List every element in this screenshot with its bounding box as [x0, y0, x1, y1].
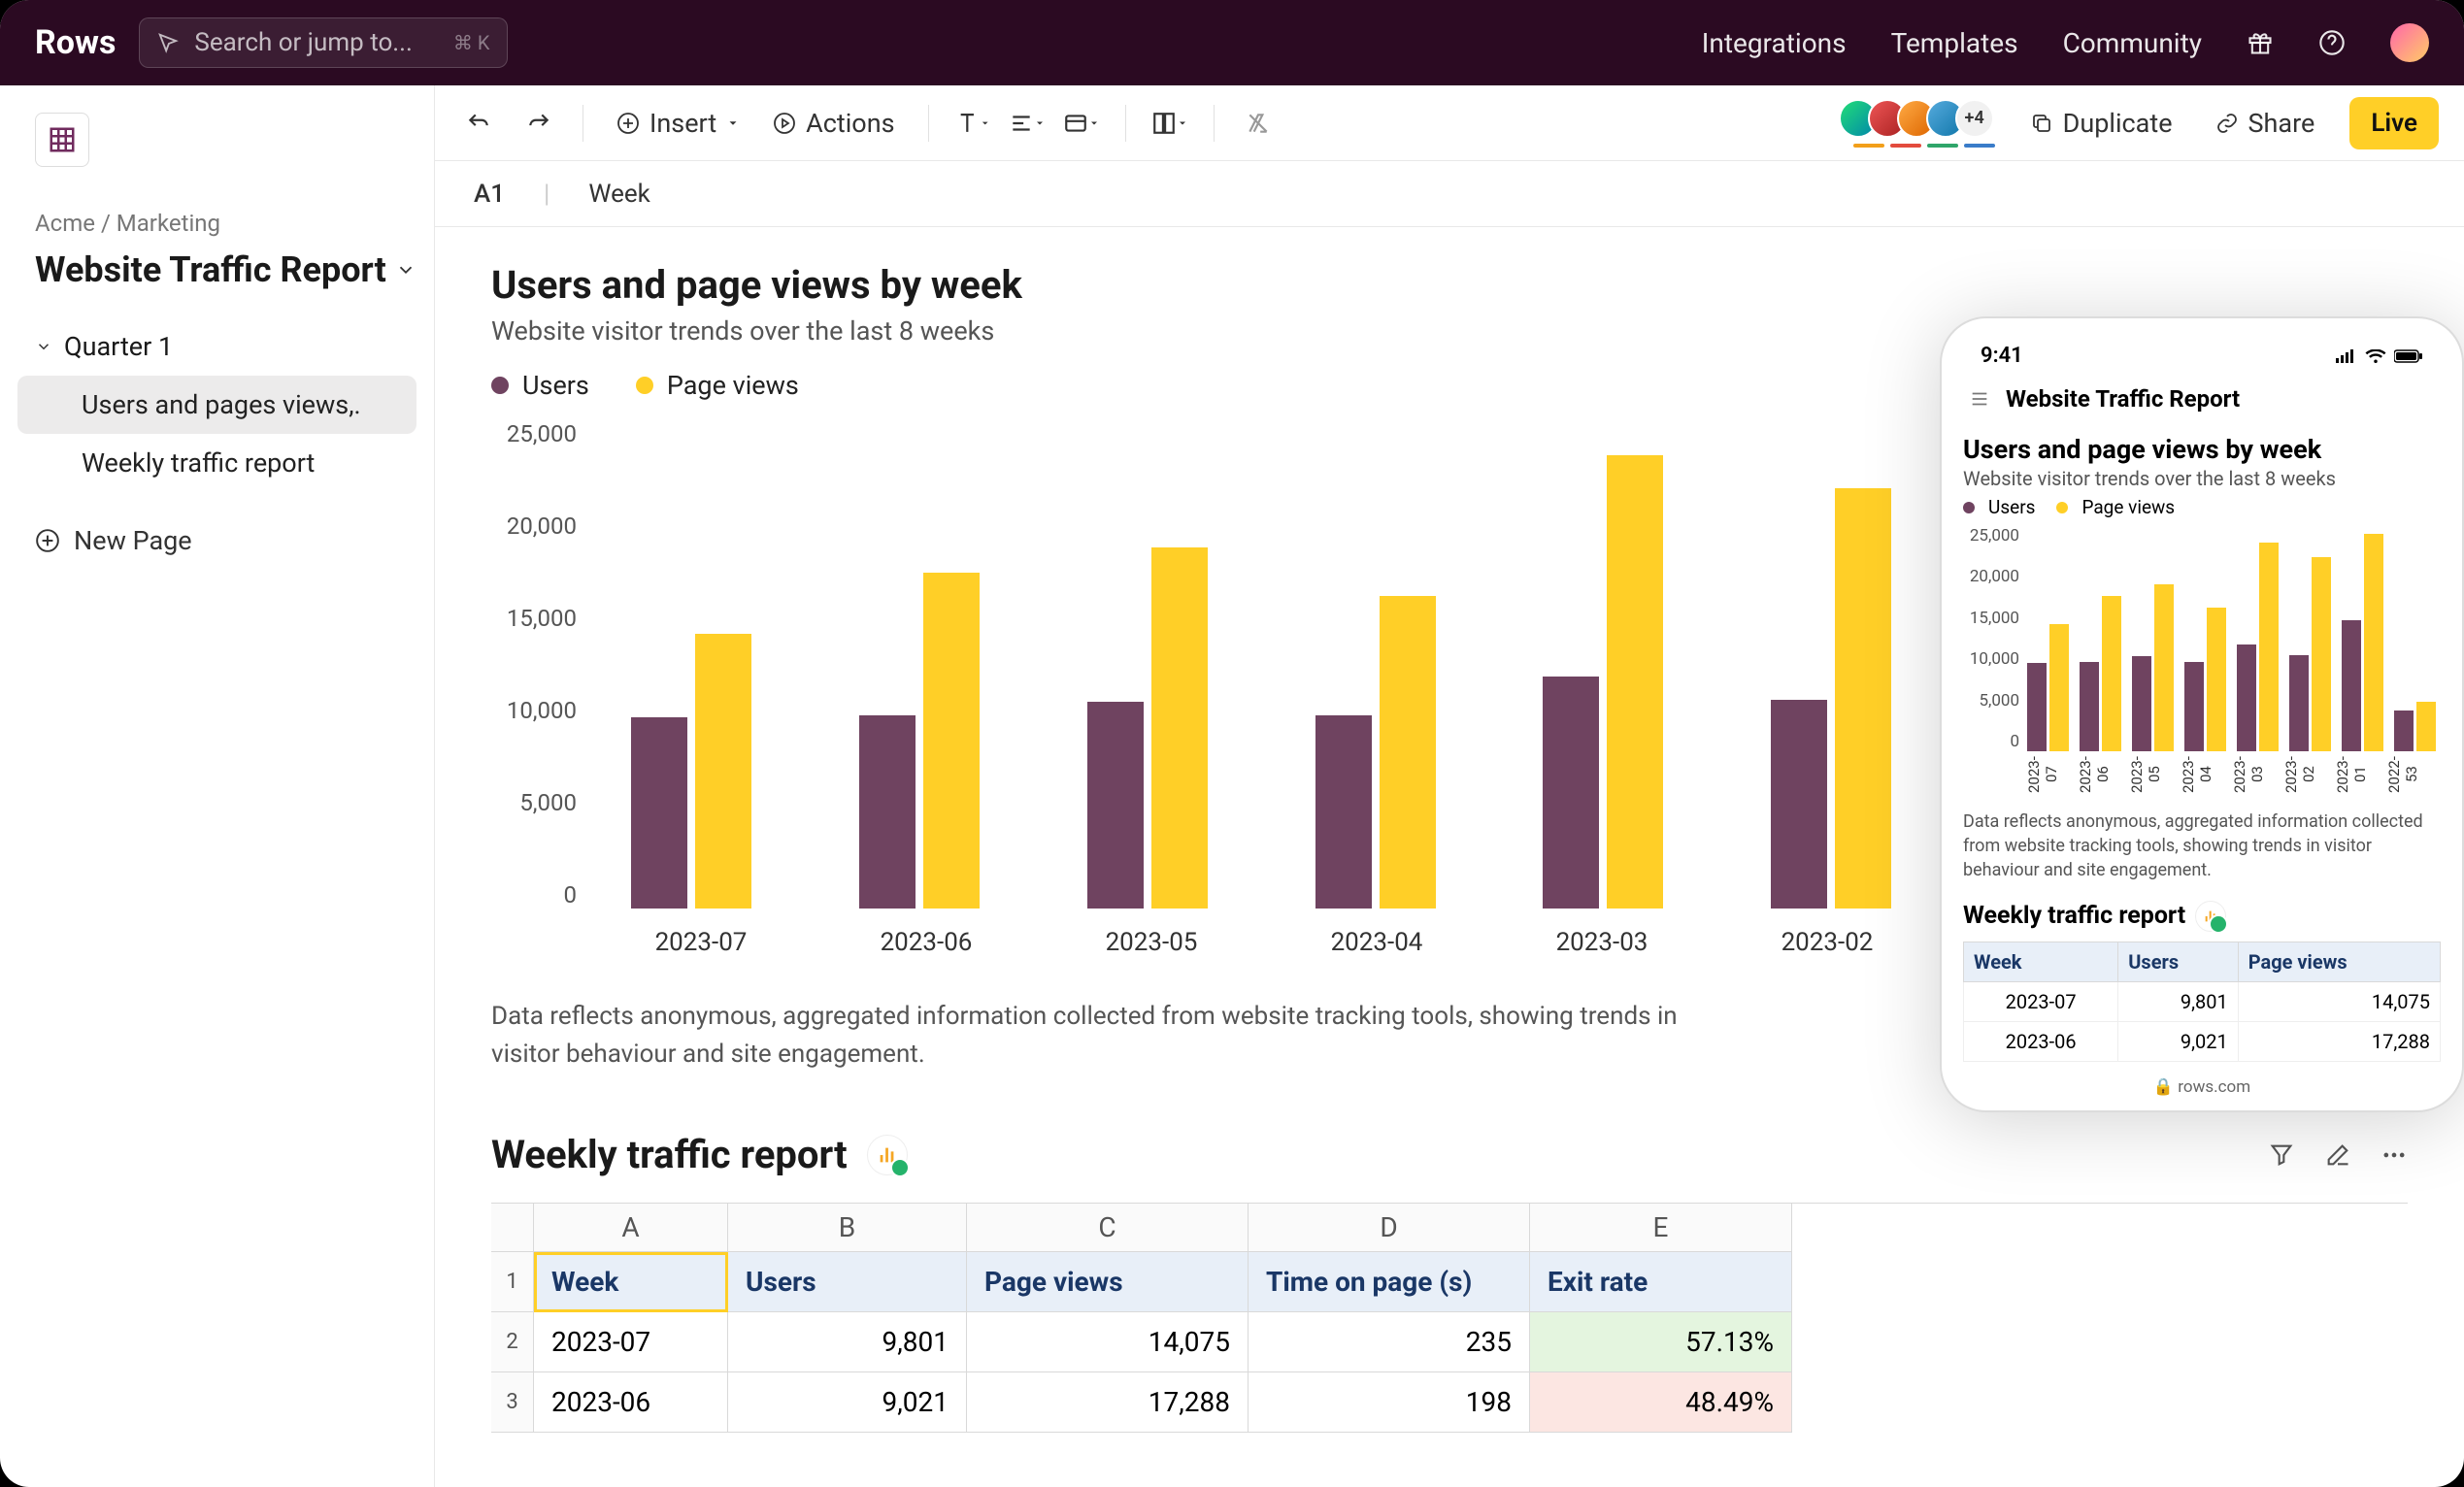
plus-circle-icon: [616, 112, 640, 135]
cell-ref[interactable]: A1: [474, 180, 505, 209]
cell[interactable]: 2023-07: [534, 1312, 728, 1372]
col-header[interactable]: C: [967, 1204, 1249, 1252]
data-table[interactable]: A B C D E 1 Week Users Page views Time o…: [491, 1203, 2408, 1433]
actions-label: Actions: [806, 108, 894, 139]
duplicate-button[interactable]: Duplicate: [2022, 100, 2181, 147]
search-placeholder: Search or jump to...: [194, 28, 412, 57]
link-icon: [2215, 112, 2239, 135]
cell[interactable]: Week: [534, 1252, 728, 1312]
insert-button[interactable]: Insert: [609, 100, 748, 147]
nav-templates[interactable]: Templates: [1891, 27, 2018, 59]
top-nav: Integrations Templates Community: [1702, 23, 2429, 62]
signal-icon: [2336, 349, 2357, 363]
cell[interactable]: 57.13%: [1530, 1312, 1792, 1372]
cell[interactable]: 48.49%: [1530, 1372, 1792, 1433]
cell[interactable]: Page views: [967, 1252, 1249, 1312]
sidebar-item-users-pages[interactable]: Users and pages views,.: [17, 376, 416, 434]
doc-title[interactable]: Website Traffic Report: [35, 247, 387, 294]
share-button[interactable]: Share: [2208, 100, 2323, 147]
cell[interactable]: 235: [1249, 1312, 1530, 1372]
phone-table-title: Weekly traffic report: [1963, 902, 2185, 930]
align-button[interactable]: [1009, 105, 1046, 142]
layout-button[interactable]: [1151, 105, 1188, 142]
mobile-preview: 9:41 Website Traffic Report Users and pa…: [1940, 316, 2464, 1112]
analytics-badge-icon: [2195, 901, 2226, 932]
cell[interactable]: 9,801: [728, 1312, 967, 1372]
menu-icon[interactable]: [1969, 388, 1990, 410]
breadcrumb[interactable]: Acme / Marketing: [35, 210, 416, 237]
search-kbd: ⌘ K: [453, 31, 490, 54]
caret-down-icon: [35, 338, 52, 355]
avatar-more: +4: [1955, 99, 1994, 138]
chevron-down-icon[interactable]: [395, 259, 416, 281]
wifi-icon: [2365, 349, 2386, 363]
col-header[interactable]: A: [534, 1204, 728, 1252]
cell-value[interactable]: Week: [588, 180, 649, 209]
help-icon[interactable]: [2318, 29, 2346, 56]
phone-chart-title: Users and page views by week: [1963, 434, 2441, 465]
format-button[interactable]: [1063, 105, 1100, 142]
toolbar: Insert Actions +4: [435, 85, 2464, 161]
share-label: Share: [2248, 108, 2315, 139]
table-title: Weekly traffic report: [491, 1132, 848, 1177]
col-header[interactable]: D: [1249, 1204, 1530, 1252]
new-page-label: New Page: [74, 525, 192, 556]
copy-icon: [2030, 112, 2053, 135]
search-box[interactable]: Search or jump to... ⌘ K: [139, 17, 508, 68]
cell[interactable]: 2023-06: [534, 1372, 728, 1433]
search-icon: [157, 32, 179, 53]
text-format-button[interactable]: [954, 105, 991, 142]
chart-caption: Data reflects anonymous, aggregated info…: [491, 998, 1715, 1074]
collaborator-avatars[interactable]: +4: [1848, 99, 1994, 138]
cell[interactable]: 198: [1249, 1372, 1530, 1433]
formula-bar: A1 | Week: [435, 161, 2464, 227]
gift-icon[interactable]: [2247, 29, 2274, 56]
nav-community[interactable]: Community: [2063, 27, 2202, 59]
cell[interactable]: 9,021: [728, 1372, 967, 1433]
cell[interactable]: 17,288: [967, 1372, 1249, 1433]
topbar: Rows Search or jump to... ⌘ K Integratio…: [0, 0, 2464, 85]
phone-table: WeekUsersPage views 2023-079,80114,075 2…: [1963, 942, 2441, 1062]
phone-url: 🔒 rows.com: [1963, 1077, 2441, 1097]
redo-button[interactable]: [520, 105, 557, 142]
live-button[interactable]: Live: [2349, 97, 2439, 149]
edit-icon[interactable]: [2324, 1141, 2351, 1169]
chart-title: Users and page views by week: [491, 262, 2408, 308]
plus-circle-icon: [35, 528, 60, 553]
phone-caption: Data reflects anonymous, aggregated info…: [1963, 810, 2441, 883]
analytics-badge-icon: [867, 1135, 908, 1175]
col-header[interactable]: B: [728, 1204, 967, 1252]
section-label: Quarter 1: [64, 331, 173, 362]
play-circle-icon: [773, 112, 796, 135]
spreadsheet-icon[interactable]: [35, 113, 89, 167]
duplicate-label: Duplicate: [2063, 108, 2173, 139]
cell[interactable]: Exit rate: [1530, 1252, 1792, 1312]
clear-format-button[interactable]: [1240, 105, 1277, 142]
undo-button[interactable]: [460, 105, 497, 142]
phone-title: Website Traffic Report: [2006, 385, 2240, 413]
caret-down-icon: [726, 116, 740, 130]
logo: Rows: [35, 23, 116, 62]
more-icon[interactable]: [2381, 1141, 2408, 1169]
legend-pageviews: Page views: [667, 370, 799, 401]
phone-chart-sub: Website visitor trends over the last 8 w…: [1963, 467, 2441, 490]
legend-users: Users: [522, 370, 589, 401]
actions-button[interactable]: Actions: [765, 100, 902, 147]
sidebar-item-weekly-report[interactable]: Weekly traffic report: [17, 434, 416, 492]
new-page-button[interactable]: New Page: [17, 506, 416, 576]
sidebar-section-quarter1[interactable]: Quarter 1: [17, 317, 416, 376]
cell[interactable]: Time on page (s): [1249, 1252, 1530, 1312]
cell[interactable]: 14,075: [967, 1312, 1249, 1372]
battery-icon: [2394, 349, 2423, 363]
filter-icon[interactable]: [2268, 1141, 2295, 1169]
phone-time: 9:41: [1981, 344, 2023, 368]
cell[interactable]: Users: [728, 1252, 967, 1312]
insert-label: Insert: [649, 108, 716, 139]
sidebar: Acme / Marketing Website Traffic Report …: [0, 85, 435, 1487]
user-avatar[interactable]: [2390, 23, 2429, 62]
nav-integrations[interactable]: Integrations: [1702, 27, 1847, 59]
col-header[interactable]: E: [1530, 1204, 1792, 1252]
